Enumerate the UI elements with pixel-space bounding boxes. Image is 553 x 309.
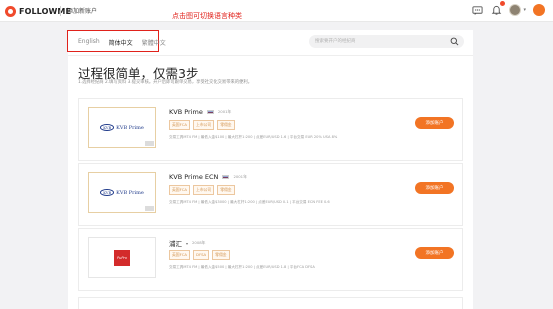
broker-card: KVB KVB Prime KVB Prime 2001年 英国FCA 上市公司 … [78,98,463,161]
chevron-down-icon[interactable]: ▾ [186,241,188,246]
notification-badge [500,1,506,6]
broker-card-partial [78,297,463,309]
broker-year: 2001年 [233,174,247,179]
tab-english[interactable]: English [78,38,100,47]
broker-tag: 上市公司 [193,185,215,195]
page-subtext: 1.选择经纪商 2.填写资料 3.提交审核。开户后即可跟单交易，享受社交化交易带… [78,80,253,85]
broker-info: 交易工具MT4 FM | 最低入金$100 | 最大杠杆1:200 | 点差EU… [169,135,338,139]
logo-corner [145,206,154,211]
avatar[interactable] [509,4,522,16]
annotation-text: 点击图可切换语言种类 [172,12,242,20]
broker-tags: 英国FCA 上市公司 零佣金 [169,120,235,130]
broker-tag: 英国FCA [169,185,191,195]
header-actions: ▾ [471,1,545,16]
broker-name[interactable]: 浦汇 [169,238,182,248]
broker-info: 交易工具MT4 FM | 最低入金$500 | 最大杠杆1:200 | 点差EU… [169,265,315,269]
broker-year: 2008年 [192,240,206,245]
divider [68,55,473,56]
flag-icon [222,175,230,179]
broker-name[interactable]: KVB Prime ECN [169,173,218,181]
tab-traditional-chinese[interactable]: 繁體中文 [142,38,166,47]
add-account-button[interactable]: 添加账户 [415,247,454,259]
broker-logo: KVB KVB Prime [88,107,156,148]
broker-info: 交易工具MT4 FM | 最低入金$3000 | 最大杠杆1:200 | 点差E… [169,200,330,204]
broker-tag: 上市公司 [193,120,215,130]
broker-tag: 零佣金 [217,120,235,130]
broker-name[interactable]: KVB Prime [169,108,203,116]
bell-icon[interactable] [490,1,506,16]
broker-logo-text: PuPro [114,249,130,266]
broker-logo: PuPro [88,237,156,278]
broker-name-row: 浦汇 ▾ 2008年 [169,238,205,248]
broker-tags: 英国FCA 上市公司 零佣金 [169,185,235,195]
chevron-down-icon[interactable]: ▾ [523,7,526,13]
broker-logo: KVB KVB Prime [88,172,156,213]
broker-tags: 英国FCA DFSA 零佣金 [169,250,230,260]
kvb-logo-icon: KVB [100,189,115,196]
logo-corner [145,141,154,146]
broker-name-row: KVB Prime 2001年 [169,108,231,116]
settings-icon[interactable] [533,4,545,16]
logo-mark-icon [5,5,16,17]
add-account-button[interactable]: 添加账户 [415,117,454,129]
chat-icon[interactable] [471,4,483,16]
broker-logo-text: KVB Prime [116,189,144,196]
add-account-button[interactable]: 添加账户 [415,182,454,194]
broker-tag: 英国FCA [169,120,191,130]
tab-simplified-chinese[interactable]: 简体中文 [109,38,133,47]
top-bar: FOLLOWME 添加新账户 ▾ 点击图可切换语言种类 [0,0,553,22]
flag-icon [206,110,214,114]
broker-year: 2001年 [217,109,232,114]
header-divider [60,6,61,16]
logo-text: FOLLOWME [19,6,72,16]
search-placeholder: 搜索要开户的经纪商 [315,39,356,44]
broker-tag: 零佣金 [217,185,235,195]
language-tabs: English 简体中文 繁體中文 [78,38,166,47]
search-input[interactable]: 搜索要开户的经纪商 [309,35,464,48]
broker-card: KVB KVB Prime KVB Prime ECN 2001年 英国FCA 上… [78,163,463,226]
kvb-logo-icon: KVB [100,124,115,131]
broker-tag: 英国FCA [169,250,191,260]
page-title: 添加新账户 [67,8,98,15]
search-icon[interactable] [450,37,459,46]
broker-logo-text: KVB Prime [116,124,144,131]
broker-tag: DFSA [193,250,210,260]
broker-name-row: KVB Prime ECN 2001年 [169,173,247,181]
broker-card: PuPro 浦汇 ▾ 2008年 英国FCA DFSA 零佣金 交易工具MT4 … [78,228,463,291]
logo[interactable]: FOLLOWME [5,5,71,17]
broker-tag: 零佣金 [212,250,230,260]
